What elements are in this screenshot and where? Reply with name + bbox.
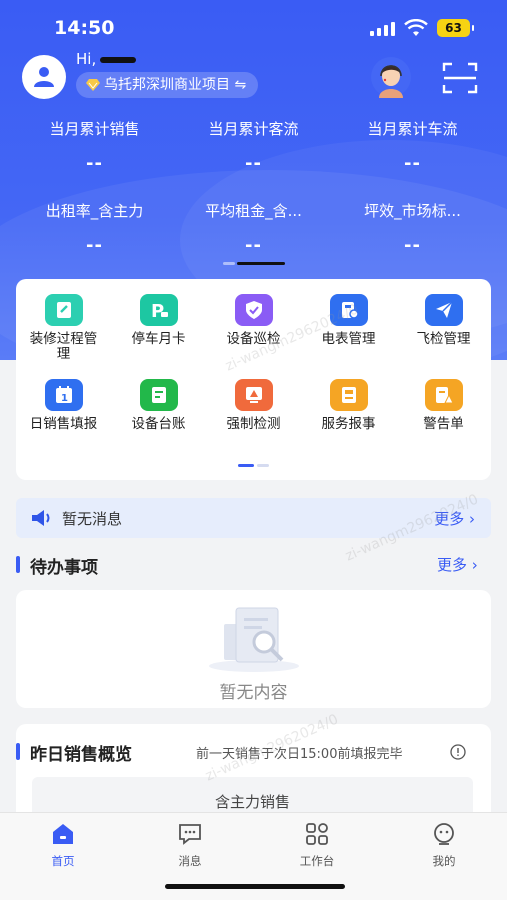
workbench-icon <box>304 821 330 847</box>
meter-icon <box>329 294 368 326</box>
tab-label: 消息 <box>178 854 202 868</box>
sales-overview-card: 昨日销售概览 前一天销售于次日15:00前填报完毕 含主力销售 <box>16 724 491 827</box>
status-time: 14:50 <box>54 17 115 39</box>
stat-value: -- <box>245 235 262 256</box>
stat-value: -- <box>404 153 421 174</box>
inspection-icon <box>234 294 273 326</box>
tab-label: 首页 <box>51 854 75 868</box>
greeting: Hi, <box>76 50 137 68</box>
more-label: 更多 <box>434 510 465 528</box>
notice-bar[interactable]: 暂无消息 更多 › <box>16 498 491 538</box>
sales-item-label: 含主力销售 <box>214 793 290 811</box>
menu-label: 警告单 <box>423 416 464 432</box>
tab-label: 工作台 <box>299 854 335 868</box>
stat-value: -- <box>86 153 103 174</box>
customer-service-avatar[interactable] <box>370 56 412 98</box>
stat-avg-rent[interactable]: 平均租金_含... -- <box>169 200 338 256</box>
menu-renovation[interactable]: 装修过程管理 <box>16 294 111 362</box>
chevron-right-icon: › <box>469 510 475 528</box>
stat-efficiency[interactable]: 坪效_市场标... -- <box>328 200 497 256</box>
todo-card: 暂无内容 <box>16 590 491 708</box>
menu-flight-check[interactable]: 飞检管理 <box>396 294 491 347</box>
chevron-right-icon: › <box>471 556 478 574</box>
stat-label: 当月累计车流 <box>367 120 458 138</box>
project-switcher[interactable]: 乌托邦深圳商业项目 ⇋ <box>76 72 259 98</box>
message-icon <box>177 821 203 847</box>
tab-workbench[interactable]: 工作台 <box>254 821 380 869</box>
redacted-username <box>100 56 137 63</box>
stat-monthly-sales[interactable]: 当月累计销售 -- <box>10 118 179 174</box>
menu-label: 日销售填报 <box>29 416 98 432</box>
menu-pager <box>238 464 269 467</box>
tab-label: 我的 <box>432 854 456 868</box>
forced-check-icon <box>234 379 273 411</box>
todo-title: 待办事项 <box>16 553 98 578</box>
stat-label: 当月累计客流 <box>208 120 299 138</box>
function-menu: 装修过程管理 P 停车月卡 设备巡检 电表管理 飞检管理 1 日销售填报 设备台… <box>16 279 491 480</box>
stat-monthly-vehicles[interactable]: 当月累计车流 -- <box>328 118 497 174</box>
battery-indicator: 63 <box>437 19 474 37</box>
menu-label: 强制检测 <box>226 416 281 432</box>
empty-document-icon <box>209 607 299 672</box>
stat-label: 当月累计销售 <box>49 120 140 138</box>
empty-state-text: 暂无内容 <box>219 683 288 703</box>
tab-messages[interactable]: 消息 <box>127 821 253 869</box>
user-avatar[interactable] <box>22 55 66 99</box>
home-indicator <box>165 884 345 889</box>
paper-plane-icon <box>424 294 463 326</box>
profile-icon <box>431 821 457 847</box>
menu-daily-sales[interactable]: 1 日销售填报 <box>16 379 111 432</box>
stat-value: -- <box>245 153 262 174</box>
todo-more-link[interactable]: 更多 › <box>437 554 478 575</box>
menu-equipment-inspection[interactable]: 设备巡检 <box>206 294 301 347</box>
menu-label: 设备巡检 <box>226 331 281 347</box>
menu-service-report[interactable]: 服务报事 <box>301 379 396 432</box>
tab-profile[interactable]: 我的 <box>381 821 507 869</box>
service-icon <box>329 379 368 411</box>
speaker-icon <box>32 510 50 526</box>
calendar-icon: 1 <box>44 379 83 411</box>
stat-value: -- <box>86 235 103 256</box>
menu-parking-card[interactable]: P 停车月卡 <box>111 294 206 347</box>
stat-value: -- <box>404 235 421 256</box>
home-icon <box>50 821 76 847</box>
svg-text:1: 1 <box>61 393 68 404</box>
menu-label: 服务报事 <box>321 416 376 432</box>
parking-icon: P <box>139 294 178 326</box>
scan-icon[interactable] <box>442 62 478 94</box>
menu-label: 飞检管理 <box>416 331 471 347</box>
menu-equipment-ledger[interactable]: 设备台账 <box>111 379 206 432</box>
renovation-icon <box>44 294 83 326</box>
stat-label: 平均租金_含... <box>205 202 302 220</box>
info-icon[interactable] <box>450 744 466 760</box>
menu-forced-check[interactable]: 强制检测 <box>206 379 301 432</box>
diamond-icon <box>86 79 100 91</box>
menu-label: 装修过程管理 <box>29 331 98 362</box>
notice-text: 暂无消息 <box>62 510 123 528</box>
ledger-icon <box>139 379 178 411</box>
menu-label: 停车月卡 <box>131 331 186 347</box>
tab-home[interactable]: 首页 <box>0 821 126 869</box>
sales-hint: 前一天销售于次日15:00前填报完毕 <box>196 747 403 762</box>
menu-warning-notice[interactable]: 警告单 <box>396 379 491 432</box>
notice-more-link[interactable]: 更多 › <box>434 508 475 529</box>
menu-label: 设备台账 <box>131 416 186 432</box>
project-name: 乌托邦深圳商业项目 ⇋ <box>104 77 247 93</box>
sales-title: 昨日销售概览 <box>16 740 132 765</box>
user-avatar-icon <box>34 67 54 87</box>
signal-icon <box>370 22 395 36</box>
status-bar: 14:50 63 <box>0 0 507 56</box>
menu-label: 电表管理 <box>321 331 376 347</box>
more-label: 更多 <box>437 556 468 574</box>
stat-label: 出租率_含主力 <box>45 202 144 220</box>
warning-doc-icon <box>424 379 463 411</box>
stats-pager <box>223 262 285 265</box>
greeting-text: Hi, <box>76 50 97 68</box>
menu-meter[interactable]: 电表管理 <box>301 294 396 347</box>
wifi-icon <box>404 19 428 36</box>
stat-label: 坪效_市场标... <box>364 202 461 220</box>
stat-occupancy[interactable]: 出租率_含主力 -- <box>10 200 179 256</box>
svg-text:P: P <box>151 301 164 320</box>
stat-monthly-traffic[interactable]: 当月累计客流 -- <box>169 118 338 174</box>
